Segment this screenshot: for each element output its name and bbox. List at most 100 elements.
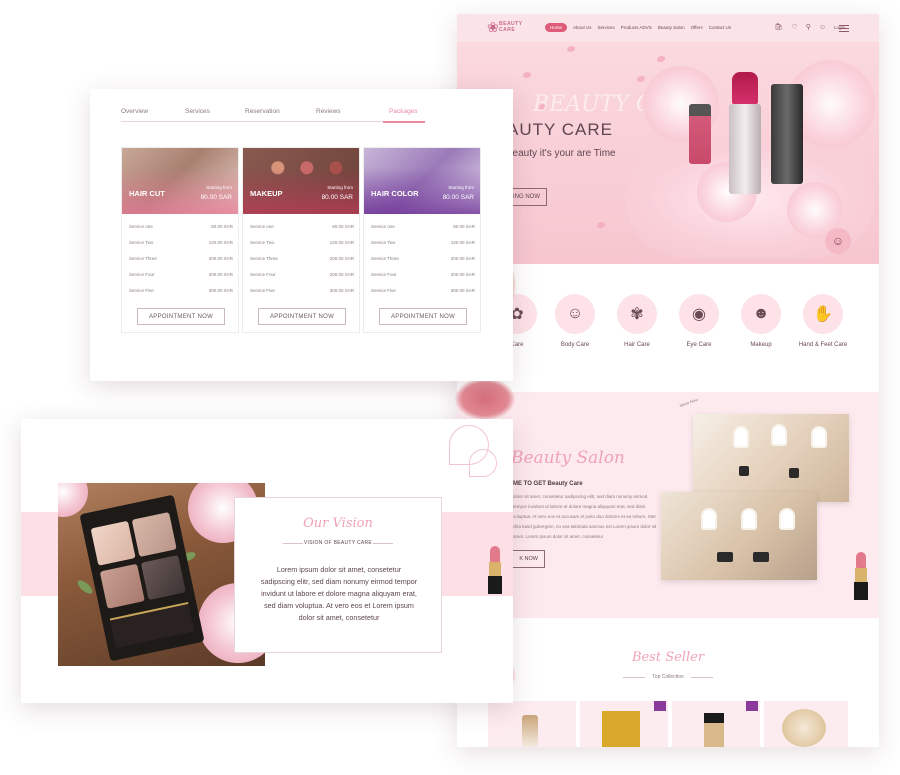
package-name: HAIR CUT	[129, 189, 165, 198]
tab-services[interactable]: Services	[185, 108, 210, 115]
category-item[interactable]: ☺ Body Care	[545, 294, 605, 348]
service-price: 200.00 SAR	[208, 272, 233, 277]
heart-icon[interactable]: ♡	[791, 23, 797, 31]
nav-services[interactable]: Services	[598, 25, 615, 30]
petal-decoration	[657, 56, 665, 62]
package-price: 80.00 SAR	[321, 194, 353, 201]
tab-reservation[interactable]: Reservation	[245, 108, 280, 115]
service-price: 80.00 SAR	[453, 224, 475, 229]
chair-image	[753, 552, 769, 562]
service-row: Service Four 200.00 SAR	[371, 272, 475, 277]
hand-icon: ✋	[803, 294, 843, 334]
tab-reviews[interactable]: Reviews	[316, 108, 341, 115]
salon-interior-photo	[661, 492, 817, 580]
appointment-now-button[interactable]: APPOINTMENT NOW	[258, 308, 346, 325]
menu-icon[interactable]	[839, 23, 849, 34]
petal-decoration	[597, 222, 605, 228]
services-packages-card: Overview Services Reservation Reviews Pa…	[90, 89, 513, 381]
sale-tag	[654, 701, 666, 711]
category-item[interactable]: ✾ Hair Care	[607, 294, 667, 348]
service-price: 120.00 SAR	[329, 240, 354, 245]
category-item[interactable]: ☻ Makeup	[731, 294, 791, 348]
rose-image	[58, 483, 88, 517]
service-row: Service one 80.00 SAR	[129, 224, 233, 229]
service-name: Service Five	[250, 288, 275, 293]
starting-from-label: Starting from	[206, 185, 232, 190]
active-tab-indicator	[383, 121, 425, 123]
makeup-palette-photo	[243, 148, 359, 214]
appointment-now-button[interactable]: APPOINTMENT NOW	[137, 308, 225, 325]
service-name: Service Three	[250, 256, 278, 261]
mirror-image	[811, 426, 827, 448]
package-card-makeup: MAKEUP Starting from 80.00 SAR Service o…	[242, 147, 360, 333]
petal-decoration	[523, 72, 531, 78]
service-name: Service Three	[371, 256, 399, 261]
palette-mirror	[109, 601, 195, 648]
service-row: Service Four 200.00 SAR	[129, 272, 233, 277]
our-vision-card: Our Vision VISION OF BEAUTY CARE Lorem i…	[21, 419, 513, 703]
service-price: 200.00 SAR	[450, 272, 475, 277]
tab-overview[interactable]: Overview	[121, 108, 148, 115]
category-list: ✿ Care ☺ Body Care ✾ Hair Care ◉ Eye Car…	[457, 294, 879, 380]
appointment-now-button[interactable]: APPOINTMENT NOW	[379, 308, 467, 325]
service-row: Service Four 200.00 SAR	[250, 272, 354, 277]
mascara-image	[771, 84, 803, 184]
service-name: Service one	[129, 224, 153, 229]
service-name: Service Three	[129, 256, 157, 261]
service-price: 200.00 SAR	[450, 256, 475, 261]
chair-image	[789, 468, 799, 478]
category-label: Hair Care	[624, 342, 650, 348]
palette-image	[79, 494, 205, 662]
nav-about[interactable]: About Us	[573, 25, 592, 30]
package-price: 80.00 SAR	[200, 194, 232, 201]
vision-paragraph: Lorem ipsum dolor sit amet, consetetur s…	[260, 565, 418, 622]
user-icon[interactable]: ☺	[819, 24, 826, 31]
lipstick-smear-image	[455, 378, 515, 420]
product-image	[782, 709, 826, 747]
product-card[interactable]	[488, 701, 576, 747]
category-label: Eye Care	[686, 342, 712, 348]
eyeshadow-pan	[131, 511, 177, 558]
service-row: Service one 80.00 SAR	[371, 224, 475, 229]
service-name: Service Four	[250, 272, 276, 277]
service-name: Service Five	[129, 288, 154, 293]
nav-products[interactable]: Products ADVS	[621, 25, 652, 30]
face-icon: ☺	[555, 294, 595, 334]
nav-offers[interactable]: Offers	[691, 25, 703, 30]
salon-script-title: Beauty Salon	[511, 448, 625, 468]
product-card[interactable]	[672, 701, 760, 747]
bag-icon[interactable]: 🛍	[775, 23, 784, 31]
lipstick-image	[852, 552, 870, 600]
makeup-icon: ☻	[741, 294, 781, 334]
service-row: Service Two 120.00 SAR	[371, 240, 475, 245]
service-row: Service Two 120.00 SAR	[250, 240, 354, 245]
mirror-image	[779, 508, 795, 530]
product-card[interactable]	[580, 701, 668, 747]
hero-banner: BEAUTY CARE AUTY CARE beauty it's your a…	[457, 42, 879, 264]
homepage-mockup: ❀ BEAUTY CARE Home About Us Services Pro…	[457, 14, 879, 747]
category-item[interactable]: ◉ Eye Care	[669, 294, 729, 348]
nav-home[interactable]: Home	[545, 23, 568, 32]
brand-logo[interactable]: ❀ BEAUTY CARE	[487, 18, 527, 38]
salon-interior-photo	[693, 414, 849, 502]
petal-decoration	[567, 46, 575, 52]
divider	[691, 677, 713, 678]
nav-contact[interactable]: Contact Us	[709, 25, 731, 30]
lipstick-image	[486, 546, 504, 594]
eye-icon: ◉	[679, 294, 719, 334]
service-price: 300.00 SAR	[208, 288, 233, 293]
tab-packages[interactable]: Packages	[389, 108, 418, 115]
mirror-image	[701, 508, 717, 530]
search-icon[interactable]: ⚲	[806, 23, 811, 31]
logo-text: BEAUTY CARE	[499, 21, 523, 33]
category-item[interactable]: ✋ Hand & Feet Care	[793, 294, 853, 348]
service-name: Service one	[371, 224, 395, 229]
service-row: Service Five 300.00 SAR	[371, 288, 475, 293]
mirror-image	[741, 508, 757, 530]
face-icon[interactable]: ☺	[825, 228, 851, 254]
nav-beauty-salon[interactable]: Beauty Salon	[658, 25, 685, 30]
product-image	[602, 711, 640, 747]
category-label: Hand & Feet Care	[798, 342, 848, 348]
petal-decoration	[637, 76, 645, 82]
product-card[interactable]	[764, 701, 848, 747]
